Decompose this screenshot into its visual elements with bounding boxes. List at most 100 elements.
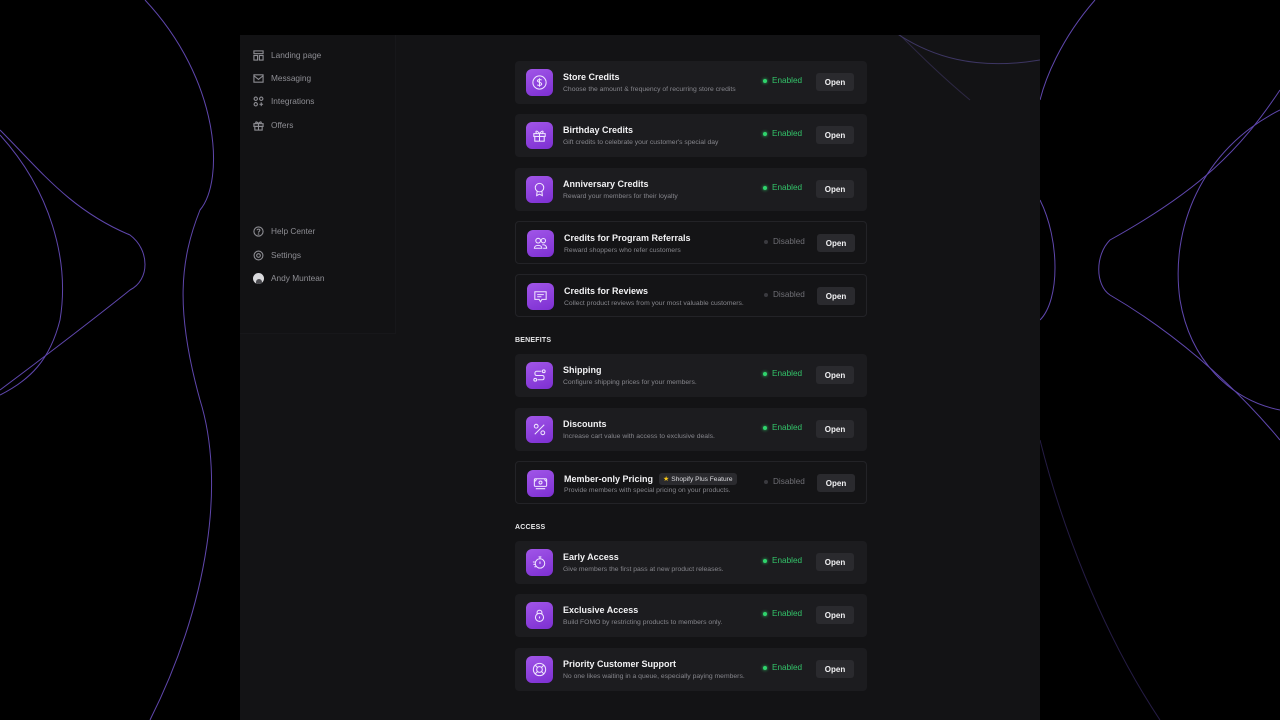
open-button[interactable]: Open (816, 420, 854, 438)
card-description: Collect product reviews from your most v… (564, 300, 744, 307)
status-badge: Enabled (763, 609, 802, 618)
card-title: Exclusive Access (563, 605, 639, 615)
card-review-credits: Credits for Reviews Collect product revi… (515, 274, 867, 317)
sidebar-item-settings[interactable]: Settings (253, 245, 301, 265)
sidebar-item-label: Messaging (271, 73, 312, 83)
status-badge: Enabled (763, 76, 802, 85)
sidebar-item-profile[interactable]: Andy Muntean (253, 268, 325, 288)
sidebar-item-help-center[interactable]: Help Center (253, 221, 315, 241)
app-window: Landing page Messaging Integrations Offe… (240, 35, 1040, 720)
sidebar-item-label: Integrations (271, 96, 315, 106)
users-icon (533, 237, 548, 249)
card-description: Choose the amount & frequency of recurri… (563, 86, 736, 93)
card-anniversary-credits: Anniversary Credits Reward your members … (515, 168, 867, 211)
stopwatch-icon (532, 556, 546, 569)
card-exclusive-access: Exclusive Access Build FOMO by restricti… (515, 594, 867, 637)
status-badge: Disabled (764, 477, 805, 486)
integrations-icon (253, 96, 264, 107)
mail-icon (253, 73, 264, 84)
open-button[interactable]: Open (816, 606, 854, 624)
user-name: Andy Muntean (271, 273, 325, 283)
card-member-pricing: Member-only Pricing ★ Shopify Plus Featur… (515, 461, 867, 504)
sidebar: Landing page Messaging Integrations Offe… (240, 35, 396, 334)
sidebar-item-integrations[interactable]: Integrations (253, 91, 314, 111)
status-badge: Enabled (763, 183, 802, 192)
card-description: Provide members with special pricing on … (564, 487, 731, 494)
lock-icon (534, 609, 545, 622)
status-dot (763, 665, 767, 670)
open-button[interactable]: Open (816, 126, 854, 144)
status-badge: Enabled (763, 369, 802, 378)
status-dot (763, 558, 767, 563)
status-badge: Disabled (764, 290, 805, 299)
status-dot (764, 292, 768, 297)
gift-icon (533, 130, 546, 142)
card-birthday-credits: Birthday Credits Gift credits to celebra… (515, 114, 867, 157)
avatar (253, 272, 264, 284)
status-badge: Enabled (763, 556, 802, 565)
card-description: Increase cart value with access to exclu… (563, 433, 715, 440)
card-title: Shipping (563, 365, 602, 375)
section-heading-access: ACCESS (515, 524, 546, 531)
star-icon: ★ (663, 476, 670, 483)
status-dot (763, 425, 767, 430)
status-dot (763, 611, 767, 616)
open-button[interactable]: Open (816, 366, 854, 384)
card-description: Reward shoppers who refer customers (564, 247, 681, 254)
card-description: Reward your members for their loyalty (563, 193, 678, 200)
card-description: Give members the first pass at new produ… (563, 566, 724, 573)
open-button[interactable]: Open (816, 660, 854, 678)
route-icon (533, 369, 546, 382)
sidebar-item-messaging[interactable]: Messaging (253, 68, 311, 88)
help-icon (253, 225, 264, 237)
message-icon (534, 291, 547, 303)
card-title: Priority Customer Support (563, 659, 677, 669)
status-dot (763, 131, 767, 136)
dollar-icon (532, 75, 547, 90)
status-dot (764, 239, 768, 244)
card-title: Credits for Program Referrals (564, 233, 691, 243)
status-badge: Enabled (763, 663, 802, 672)
card-description: No one likes waiting in a queue, especia… (563, 673, 745, 680)
status-badge: Disabled (764, 237, 805, 246)
card-title: Early Access (563, 552, 619, 562)
status-dot (764, 479, 768, 484)
card-title: Anniversary Credits (563, 179, 649, 189)
layout-icon (253, 49, 264, 61)
card-title: Store Credits (563, 72, 620, 82)
open-button[interactable]: Open (817, 287, 855, 305)
card-store-credits: Store Credits Choose the amount & freque… (515, 61, 867, 104)
section-heading-benefits: BENEFITS (515, 337, 552, 344)
card-early-access: Early Access Give members the first pass… (515, 541, 867, 584)
card-title: Birthday Credits (563, 125, 634, 135)
status-badge: Enabled (763, 129, 802, 138)
sidebar-item-offers[interactable]: Offers (253, 115, 293, 135)
open-button[interactable]: Open (816, 180, 854, 198)
status-dot (763, 371, 767, 376)
card-title: Discounts (563, 419, 607, 429)
card-priority-support: Priority Customer Support No one likes w… (515, 648, 867, 691)
sidebar-item-landing-page[interactable]: Landing page (253, 45, 321, 65)
card-description: Build FOMO by restricting products to me… (563, 619, 723, 626)
card-description: Gift credits to celebrate your customer'… (563, 139, 719, 146)
card-discounts: Discounts Increase cart value with acces… (515, 408, 867, 451)
card-shipping: Shipping Configure shipping prices for y… (515, 354, 867, 397)
open-button[interactable]: Open (816, 553, 854, 571)
status-badge: Enabled (763, 423, 802, 432)
sidebar-item-label: Offers (271, 120, 294, 130)
card-title: Credits for Reviews (564, 286, 649, 296)
card-title: Member-only Pricing (564, 474, 654, 484)
banknote-icon (533, 478, 548, 490)
sidebar-item-label: Landing page (271, 50, 322, 60)
card-referral-credits: Credits for Program Referrals Reward sho… (515, 221, 867, 264)
percent-icon (533, 423, 546, 436)
open-button[interactable]: Open (816, 73, 854, 91)
sidebar-item-label: Help Center (271, 226, 316, 236)
open-button[interactable]: Open (817, 234, 855, 252)
status-dot (763, 185, 767, 190)
card-description: Configure shipping prices for your membe… (563, 379, 697, 386)
open-button[interactable]: Open (817, 474, 855, 492)
shopify-plus-badge: ★ Shopify Plus Feature (659, 473, 737, 485)
status-dot (763, 78, 767, 83)
award-icon (534, 182, 545, 197)
